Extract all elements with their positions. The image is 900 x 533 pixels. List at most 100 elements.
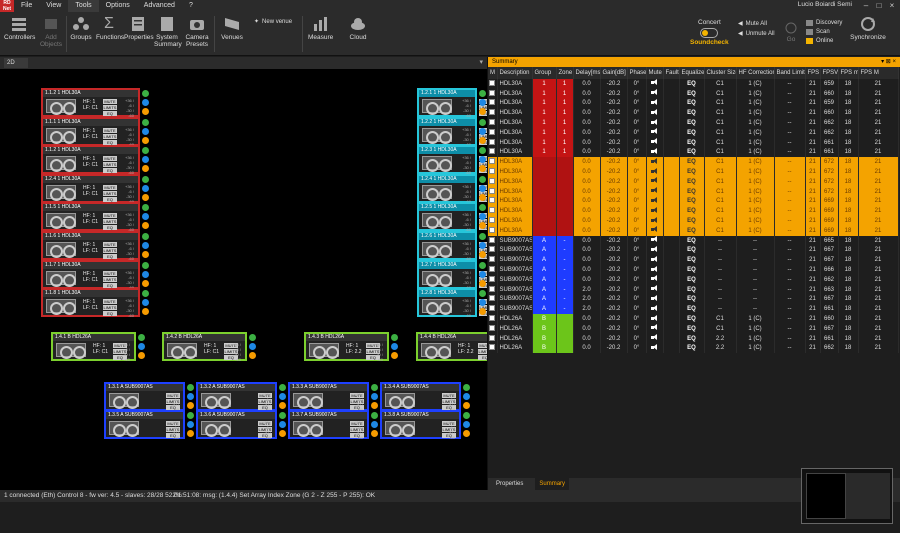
fpsm-cell[interactable]: 18 [838,294,859,305]
fpsm-cell[interactable]: 18 [838,79,859,89]
column-header[interactable]: Phase [627,67,647,79]
fpsm-cell[interactable]: 18 [838,314,859,324]
row-checkbox[interactable] [489,344,496,351]
speaker-module[interactable]: 1.3.8 A SUB9007AS MUTE LIMITS EQ +36 / -6 / … [381,411,460,440]
delay-cell[interactable]: 0.0 [573,216,601,226]
speaker-module[interactable]: 1.4.1 B HDL26A HF: 1 LF: C1 MUTE LIMITS EQ +36… [52,333,135,362]
row-checkbox[interactable] [489,79,496,86]
limits-button[interactable]: LIMITS [103,219,117,225]
hf-cell[interactable]: 1 (C) [736,167,775,177]
table-row[interactable]: SUB9007AS A -0.0 -20.2 0° EQ -- -- -- 21 667 18 21 [488,255,899,266]
mute-cell[interactable] [646,196,664,207]
row-checkbox[interactable] [489,207,496,214]
cluster-cell[interactable]: C1 [704,157,737,168]
speaker-module[interactable]: 1.3.6 A SUB9007AS MUTE LIMITS EQ +36 / -6 / … [197,411,276,440]
column-header[interactable]: FPS M [858,67,899,79]
fpsM-cell[interactable]: 21 [858,127,899,138]
column-header[interactable]: Equalizer [679,67,705,79]
unmute-all-button[interactable]: ◀ Unmute All [738,30,775,38]
group-cell[interactable]: A [532,284,557,295]
delay-cell[interactable]: 0.0 [573,88,601,99]
minimize-icon[interactable]: – [860,0,872,12]
limits-button[interactable]: LIMITS [103,133,117,139]
fpsm-cell[interactable]: 18 [838,323,859,334]
fps-cell[interactable]: 21 [805,98,821,109]
fault-cell[interactable] [663,206,680,217]
fps-cell[interactable]: 21 [805,225,821,236]
table-row[interactable]: SUB9007AS A -2.0 -20.2 0° EQ -- -- -- 21 661 18 21 [488,304,899,315]
mute-cell[interactable] [646,323,664,334]
eq-button[interactable]: EQ [103,311,117,317]
desc-cell[interactable]: HDL30A [497,108,533,119]
group-cell[interactable]: 1 [532,98,557,109]
gain-cell[interactable]: -20.2 [600,88,628,99]
phase-cell[interactable]: 0° [627,343,647,354]
eq-cell[interactable]: EQ [679,98,705,109]
band-cell[interactable]: -- [774,343,806,354]
fpsM-cell[interactable]: 21 [858,98,899,109]
cluster-cell[interactable]: C1 [704,88,737,99]
fps-cell[interactable]: 21 [805,88,821,99]
delay-cell[interactable]: 0.0 [573,255,601,266]
table-row[interactable]: HDL30A 1 1 0.0 -20.2 0° EQ C1 1 (C) -- 21 659 18 21 [488,98,899,109]
eq-cell[interactable]: EQ [679,225,705,236]
phase-cell[interactable]: 0° [627,225,647,236]
speaker-icon[interactable] [650,128,659,135]
zone-cell[interactable] [556,333,574,344]
fault-cell[interactable] [663,323,680,334]
phase-cell[interactable]: 0° [627,98,647,109]
cluster-cell[interactable]: C1 [704,137,737,148]
desc-cell[interactable]: HDL30A [497,225,533,236]
fault-cell[interactable] [663,98,680,109]
row-checkbox[interactable] [489,305,496,312]
speaker-icon[interactable] [650,98,659,106]
speaker-module[interactable]: 1.1.2 1 HDL30A HF: 1 LF: C1 MUTE LIMITS EQ +36… [42,146,139,175]
fpsm-cell[interactable]: 18 [838,176,859,187]
speaker-module[interactable]: 1.3.5 A SUB9007AS MUTE LIMITS EQ +36 / -6 / … [105,411,184,440]
row-checkbox[interactable] [489,315,496,322]
delay-cell[interactable]: 0.0 [573,235,601,246]
desc-cell[interactable]: HDL30A [497,167,533,177]
row-checkbox[interactable] [489,138,496,145]
functions-button[interactable]: Σ Functions [96,16,124,42]
band-cell[interactable]: -- [774,284,806,295]
delay-cell[interactable]: 0.0 [573,196,601,207]
fault-cell[interactable] [663,284,680,295]
row-checkbox[interactable] [489,197,496,204]
gain-cell[interactable]: -20.2 [600,284,628,295]
band-cell[interactable]: -- [774,118,806,128]
row-checkbox-cell[interactable] [488,137,498,148]
table-row[interactable]: SUB9007AS A -0.0 -20.2 0° EQ -- -- -- 21 662 18 21 [488,274,899,285]
fps-cell[interactable]: 21 [805,333,821,344]
fault-cell[interactable] [663,274,680,285]
table-row[interactable]: HDL30A 0.0 -20.2 0° EQ C1 1 (C) -- 21 672 18 21 [488,186,899,197]
column-header[interactable]: Delay[ms] [573,67,601,79]
fault-cell[interactable] [663,108,680,119]
delay-cell[interactable]: 2.0 [573,294,601,305]
speaker-icon[interactable] [650,265,659,273]
speaker-icon[interactable] [650,304,659,312]
table-row[interactable]: HDL30A 1 1 0.0 -20.2 0° EQ C1 1 (C) -- 21 659 18 21 [488,79,899,89]
limits-button[interactable]: LIMITS [103,162,117,168]
eq-button[interactable]: EQ [103,111,117,116]
menu-advanced[interactable]: Advanced [137,0,182,12]
fpsv-cell[interactable]: 667 [820,245,839,256]
phase-cell[interactable]: 0° [627,147,647,158]
hf-cell[interactable]: 1 (C) [736,314,775,324]
column-header[interactable]: M [488,67,498,79]
fpsM-cell[interactable]: 21 [858,186,899,197]
row-checkbox[interactable] [489,109,496,116]
eq-button[interactable]: EQ [103,225,117,231]
delay-cell[interactable]: 0.0 [573,333,601,344]
speaker-icon[interactable] [650,226,659,233]
group-cell[interactable]: A [532,245,557,256]
gain-cell[interactable]: -20.2 [600,245,628,256]
fpsv-cell[interactable]: 672 [820,186,839,197]
gain-cell[interactable]: -20.2 [600,137,628,148]
mute-cell[interactable] [646,216,664,226]
band-cell[interactable]: -- [774,225,806,236]
eq-cell[interactable]: EQ [679,118,705,128]
gain-cell[interactable]: -20.2 [600,314,628,324]
fpsm-cell[interactable]: 18 [838,88,859,99]
fpsM-cell[interactable]: 21 [858,343,899,354]
